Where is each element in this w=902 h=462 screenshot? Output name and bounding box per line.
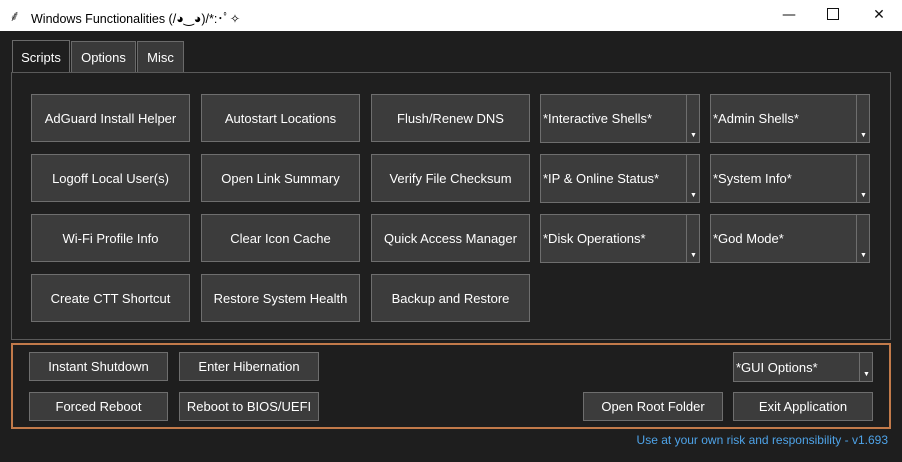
maximize-icon	[827, 7, 839, 20]
instant-shutdown-button[interactable]: Instant Shutdown	[29, 352, 168, 381]
reboot-to-bios-button[interactable]: Reboot to BIOS/UEFI	[179, 392, 319, 421]
flush-renew-dns-button[interactable]: Flush/Renew DNS	[371, 94, 530, 142]
minimize-button[interactable]: —	[766, 0, 812, 31]
exit-application-button[interactable]: Exit Application	[733, 392, 873, 421]
chevron-down-icon: ▼	[690, 132, 697, 139]
tab-options[interactable]: Options	[71, 41, 136, 73]
enter-hibernation-button[interactable]: Enter Hibernation	[179, 352, 319, 381]
window-title: Windows Functionalities (/◕‿◕)/*:･ﾟ✧	[31, 12, 241, 26]
dropdown-value: *God Mode*	[713, 231, 784, 246]
wifi-profile-info-button[interactable]: Wi-Fi Profile Info	[31, 214, 190, 262]
restore-system-health-button[interactable]: Restore System Health	[201, 274, 360, 322]
verify-file-checksum-button[interactable]: Verify File Checksum	[371, 154, 530, 202]
maximize-button[interactable]	[810, 0, 856, 31]
clear-icon-cache-button[interactable]: Clear Icon Cache	[201, 214, 360, 262]
chevron-down-icon: ▼	[863, 371, 870, 378]
ip-online-status-dropdown[interactable]: *IP & Online Status* ▼	[540, 154, 700, 203]
dropdown-arrow-button[interactable]: ▼	[856, 155, 869, 202]
admin-shells-dropdown[interactable]: *Admin Shells* ▼	[710, 94, 870, 143]
interactive-shells-dropdown[interactable]: *Interactive Shells* ▼	[540, 94, 700, 143]
forced-reboot-button[interactable]: Forced Reboot	[29, 392, 168, 421]
quick-access-manager-button[interactable]: Quick Access Manager	[371, 214, 530, 262]
dropdown-value: *Disk Operations*	[543, 231, 646, 246]
open-root-folder-button[interactable]: Open Root Folder	[583, 392, 723, 421]
chevron-down-icon: ▼	[690, 252, 697, 259]
chevron-down-icon: ▼	[690, 192, 697, 199]
dropdown-arrow-button[interactable]: ▼	[859, 353, 872, 381]
chevron-down-icon: ▼	[860, 192, 867, 199]
title-bar[interactable]: ⸙ Windows Functionalities (/◕‿◕)/*:･ﾟ✧ —…	[0, 0, 902, 31]
footer-disclaimer-link[interactable]: Use at your own risk and responsibility …	[637, 433, 888, 447]
god-mode-dropdown[interactable]: *God Mode* ▼	[710, 214, 870, 263]
dropdown-arrow-button[interactable]: ▼	[686, 95, 699, 142]
chevron-down-icon: ▼	[860, 132, 867, 139]
dropdown-arrow-button[interactable]: ▼	[686, 215, 699, 262]
close-button[interactable]: ✕	[856, 0, 902, 31]
minimize-icon: —	[782, 7, 796, 23]
logoff-local-users-button[interactable]: Logoff Local User(s)	[31, 154, 190, 202]
system-info-dropdown[interactable]: *System Info* ▼	[710, 154, 870, 203]
dropdown-value: *GUI Options*	[736, 359, 818, 375]
backup-and-restore-button[interactable]: Backup and Restore	[371, 274, 530, 322]
close-icon: ✕	[873, 7, 885, 23]
dropdown-arrow-button[interactable]: ▼	[856, 95, 869, 142]
adguard-install-helper-button[interactable]: AdGuard Install Helper	[31, 94, 190, 142]
dropdown-value: *IP & Online Status*	[543, 171, 660, 186]
disk-operations-dropdown[interactable]: *Disk Operations* ▼	[540, 214, 700, 263]
tab-misc[interactable]: Misc	[137, 41, 184, 73]
dropdown-value: *System Info*	[713, 171, 792, 186]
tab-scripts[interactable]: Scripts	[12, 40, 70, 74]
dropdown-arrow-button[interactable]: ▼	[856, 215, 869, 262]
autostart-locations-button[interactable]: Autostart Locations	[201, 94, 360, 142]
gui-options-dropdown[interactable]: *GUI Options* ▼	[733, 352, 873, 382]
dropdown-value: *Interactive Shells*	[543, 111, 653, 126]
chevron-down-icon: ▼	[860, 252, 867, 259]
dropdown-value: *Admin Shells*	[713, 111, 799, 126]
create-ctt-shortcut-button[interactable]: Create CTT Shortcut	[31, 274, 190, 322]
feather-icon: ⸙	[9, 7, 21, 25]
open-link-summary-button[interactable]: Open Link Summary	[201, 154, 360, 202]
dropdown-arrow-button[interactable]: ▼	[686, 155, 699, 202]
